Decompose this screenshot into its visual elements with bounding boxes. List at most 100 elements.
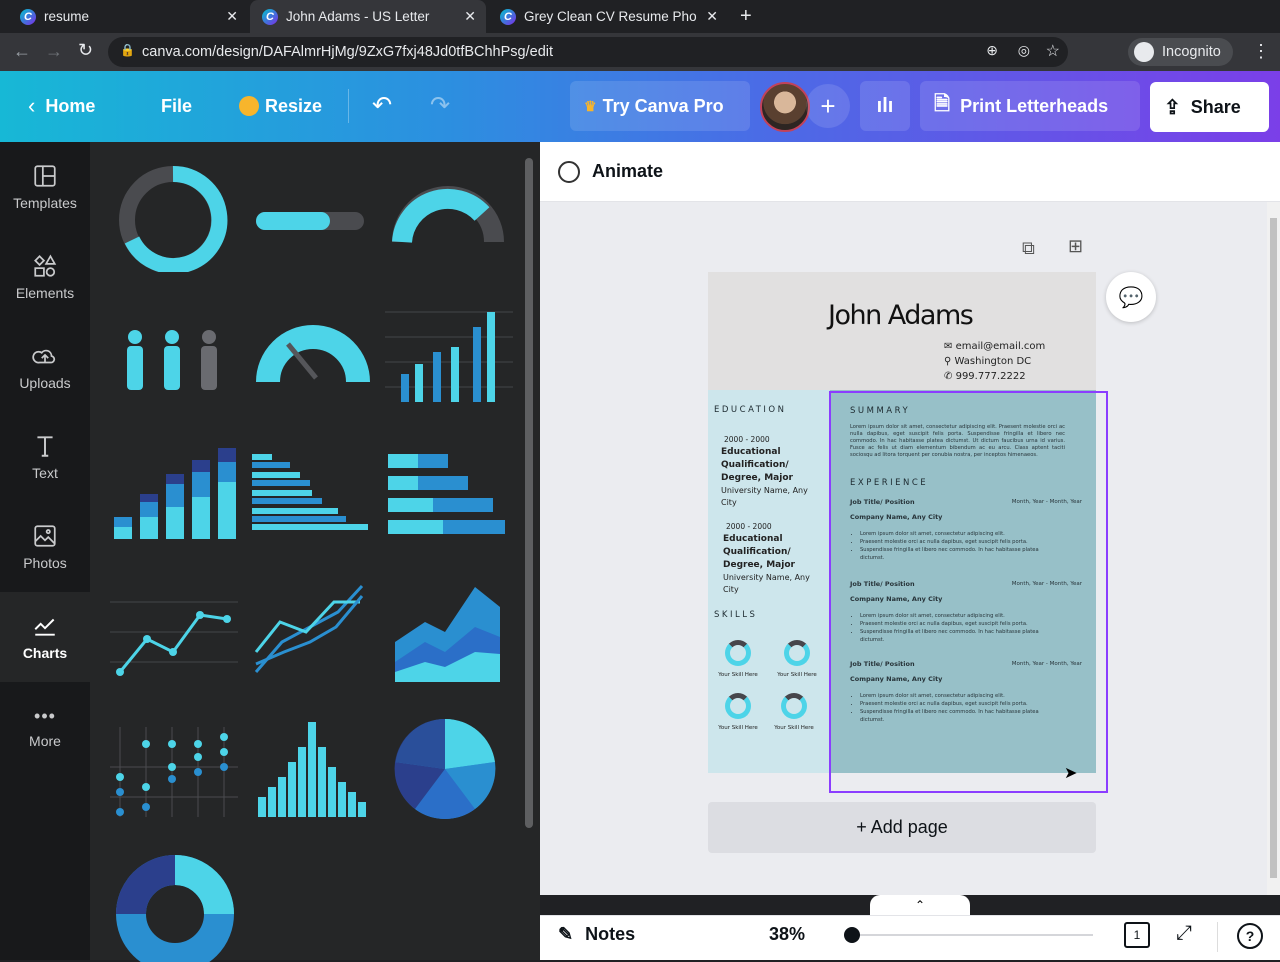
canvas-vertical-scrollbar[interactable] bbox=[1267, 202, 1280, 895]
resume-left-column: EDUCATION 2000 - 2000 Educational Qualifi… bbox=[708, 390, 829, 773]
chart-thumb-area-chart[interactable] bbox=[385, 582, 515, 692]
document-icon: 🗎 bbox=[934, 93, 951, 115]
skill-ring[interactable]: Your Skill Here bbox=[713, 640, 763, 678]
duplicate-page-icon[interactable]: ⧉ bbox=[1022, 238, 1035, 259]
skill-label: Your Skill Here bbox=[718, 672, 758, 678]
undo-icon[interactable]: ↶ bbox=[372, 91, 392, 120]
resize-button[interactable]: Resize bbox=[225, 81, 336, 131]
invite-plus-button[interactable]: + bbox=[806, 84, 850, 128]
profile-label: Incognito bbox=[1162, 44, 1221, 60]
user-avatar[interactable] bbox=[760, 82, 810, 132]
panel-scrollbar[interactable] bbox=[525, 158, 533, 828]
contact-block[interactable]: ✉ email@email.com ⚲ Washington DC ✆ 999.… bbox=[944, 339, 1045, 384]
share-button[interactable]: ⇪ Share bbox=[1150, 82, 1269, 132]
rail-item-uploads[interactable]: Uploads bbox=[0, 322, 90, 412]
browser-tab[interactable]: Cresume ✕ bbox=[8, 0, 248, 33]
chart-thumb-stacked-horizontal-bar[interactable] bbox=[385, 442, 515, 552]
browser-menu-icon[interactable]: ⋮ bbox=[1252, 41, 1270, 62]
chart-thumb-people-pictogram[interactable] bbox=[110, 302, 240, 412]
home-label: Home bbox=[45, 95, 96, 116]
back-icon[interactable]: ← bbox=[13, 41, 31, 62]
fullscreen-icon[interactable]: ⤢ bbox=[1176, 922, 1192, 945]
rail-item-more[interactable]: ••• More bbox=[0, 682, 90, 772]
rail-label: Templates bbox=[13, 195, 77, 211]
insights-button[interactable]: ılı bbox=[860, 81, 910, 131]
notes-button[interactable]: ✎ Notes bbox=[558, 924, 635, 945]
browser-tab-active[interactable]: C John Adams - US Letter ✕ bbox=[250, 0, 486, 33]
more-dots-icon: ••• bbox=[34, 705, 56, 726]
chart-thumb-progress-bar[interactable] bbox=[250, 162, 380, 272]
redo-icon[interactable]: ↷ bbox=[430, 91, 450, 120]
add-page-button[interactable]: + Add page bbox=[708, 802, 1096, 853]
upload-share-icon: ⇪ bbox=[1164, 96, 1181, 119]
share-label: Share bbox=[1190, 96, 1241, 117]
try-pro-label: Try Canva Pro bbox=[602, 95, 724, 116]
rail-item-photos[interactable]: Photos bbox=[0, 502, 90, 592]
chart-thumb-line-chart[interactable] bbox=[110, 582, 240, 692]
chart-thumb-horizontal-bar[interactable] bbox=[250, 442, 380, 552]
chart-thumb-stacked-bar[interactable] bbox=[110, 442, 240, 552]
chart-thumb-progress-ring[interactable] bbox=[110, 162, 240, 272]
help-button[interactable]: ? bbox=[1237, 923, 1263, 949]
close-tab-icon[interactable]: ✕ bbox=[226, 8, 238, 25]
skill-ring[interactable]: Your Skill Here bbox=[769, 693, 819, 731]
animate-button[interactable]: Animate bbox=[592, 161, 663, 182]
skills-heading[interactable]: SKILLS bbox=[714, 610, 757, 620]
contact-phone: 999.777.2222 bbox=[955, 371, 1026, 382]
try-canva-pro-button[interactable]: ♛ Try Canva Pro bbox=[570, 81, 750, 131]
zoom-slider[interactable] bbox=[844, 927, 1093, 943]
tracking-off-icon[interactable]: ◎ bbox=[1018, 42, 1030, 59]
skill-label: Your Skill Here bbox=[774, 725, 814, 731]
resume-header: John Adams ✉ email@email.com ⚲ Washingto… bbox=[708, 272, 1096, 390]
rail-item-text[interactable]: Text bbox=[0, 412, 90, 502]
bottom-bar: ✎ Notes 38% 1 ⤢ ? bbox=[540, 915, 1280, 960]
divider bbox=[348, 89, 349, 123]
chart-thumb-pie-chart[interactable] bbox=[385, 712, 515, 822]
rail-item-elements[interactable]: Elements bbox=[0, 232, 90, 322]
incognito-icon bbox=[1134, 42, 1154, 62]
rail-label: Charts bbox=[22, 645, 68, 661]
reload-icon[interactable]: ↻ bbox=[78, 40, 93, 61]
tab-title: John Adams - US Letter bbox=[286, 9, 430, 24]
add-comment-button[interactable]: 💬 bbox=[1106, 272, 1156, 322]
tab-title: Grey Clean CV Resume Pho bbox=[524, 9, 697, 24]
chart-thumb-speedometer[interactable] bbox=[250, 302, 380, 412]
rail-label: More bbox=[29, 732, 61, 749]
skill-ring[interactable]: Your Skill Here bbox=[772, 640, 822, 678]
url-input[interactable]: 🔒 canva.com/design/DAFAlmrHjMg/9ZxG7fxj48… bbox=[108, 37, 1068, 67]
resume-name[interactable]: John Adams bbox=[828, 300, 974, 331]
education-heading[interactable]: EDUCATION bbox=[714, 405, 786, 415]
forward-icon[interactable]: → bbox=[45, 41, 63, 62]
chart-thumb-multi-line-chart[interactable] bbox=[250, 582, 380, 692]
print-label: Print Letterheads bbox=[960, 95, 1109, 116]
file-menu-button[interactable]: File bbox=[147, 81, 206, 131]
home-button[interactable]: ‹ Home bbox=[14, 81, 109, 131]
add-page-icon[interactable]: ⊞ bbox=[1068, 236, 1083, 257]
browser-tab[interactable]: C Grey Clean CV Resume Pho ✕ bbox=[488, 0, 728, 33]
skill-ring[interactable]: Your Skill Here bbox=[713, 693, 763, 731]
chart-thumb-donut-chart[interactable] bbox=[115, 852, 245, 962]
education-entry[interactable]: 2000 - 2000 Educational Qualification/ De… bbox=[721, 433, 821, 509]
bar-chart-icon: ılı bbox=[876, 94, 894, 117]
zoom-icon[interactable]: ⊕ bbox=[986, 42, 998, 59]
chart-thumb-histogram[interactable] bbox=[250, 717, 380, 827]
close-tab-icon[interactable]: ✕ bbox=[464, 8, 476, 25]
incognito-badge[interactable]: Incognito bbox=[1128, 38, 1233, 66]
show-pages-toggle[interactable]: ⌃ bbox=[870, 895, 970, 915]
close-tab-icon[interactable]: ✕ bbox=[706, 8, 718, 25]
skill-donut-icon bbox=[784, 640, 810, 666]
chart-thumb-dot-plot[interactable] bbox=[110, 717, 240, 827]
rail-item-charts[interactable]: Charts bbox=[0, 592, 90, 682]
print-letterheads-button[interactable]: 🗎 Print Letterheads bbox=[920, 81, 1140, 131]
selection-outline bbox=[829, 391, 1108, 793]
zoom-level[interactable]: 38% bbox=[769, 924, 805, 945]
chart-thumb-bar-chart[interactable] bbox=[385, 292, 515, 402]
education-entry[interactable]: 2000 - 2000 Educational Qualification/ De… bbox=[723, 520, 823, 596]
zoom-slider-handle[interactable] bbox=[844, 927, 861, 943]
bookmark-star-icon[interactable]: ☆ bbox=[1046, 41, 1060, 61]
chevron-left-icon: ‹ bbox=[28, 93, 36, 118]
chart-thumb-half-gauge[interactable] bbox=[385, 162, 515, 272]
rail-item-templates[interactable]: Templates bbox=[0, 142, 90, 232]
new-tab-button[interactable]: + bbox=[740, 5, 752, 28]
page-count-button[interactable]: 1 bbox=[1124, 922, 1150, 948]
